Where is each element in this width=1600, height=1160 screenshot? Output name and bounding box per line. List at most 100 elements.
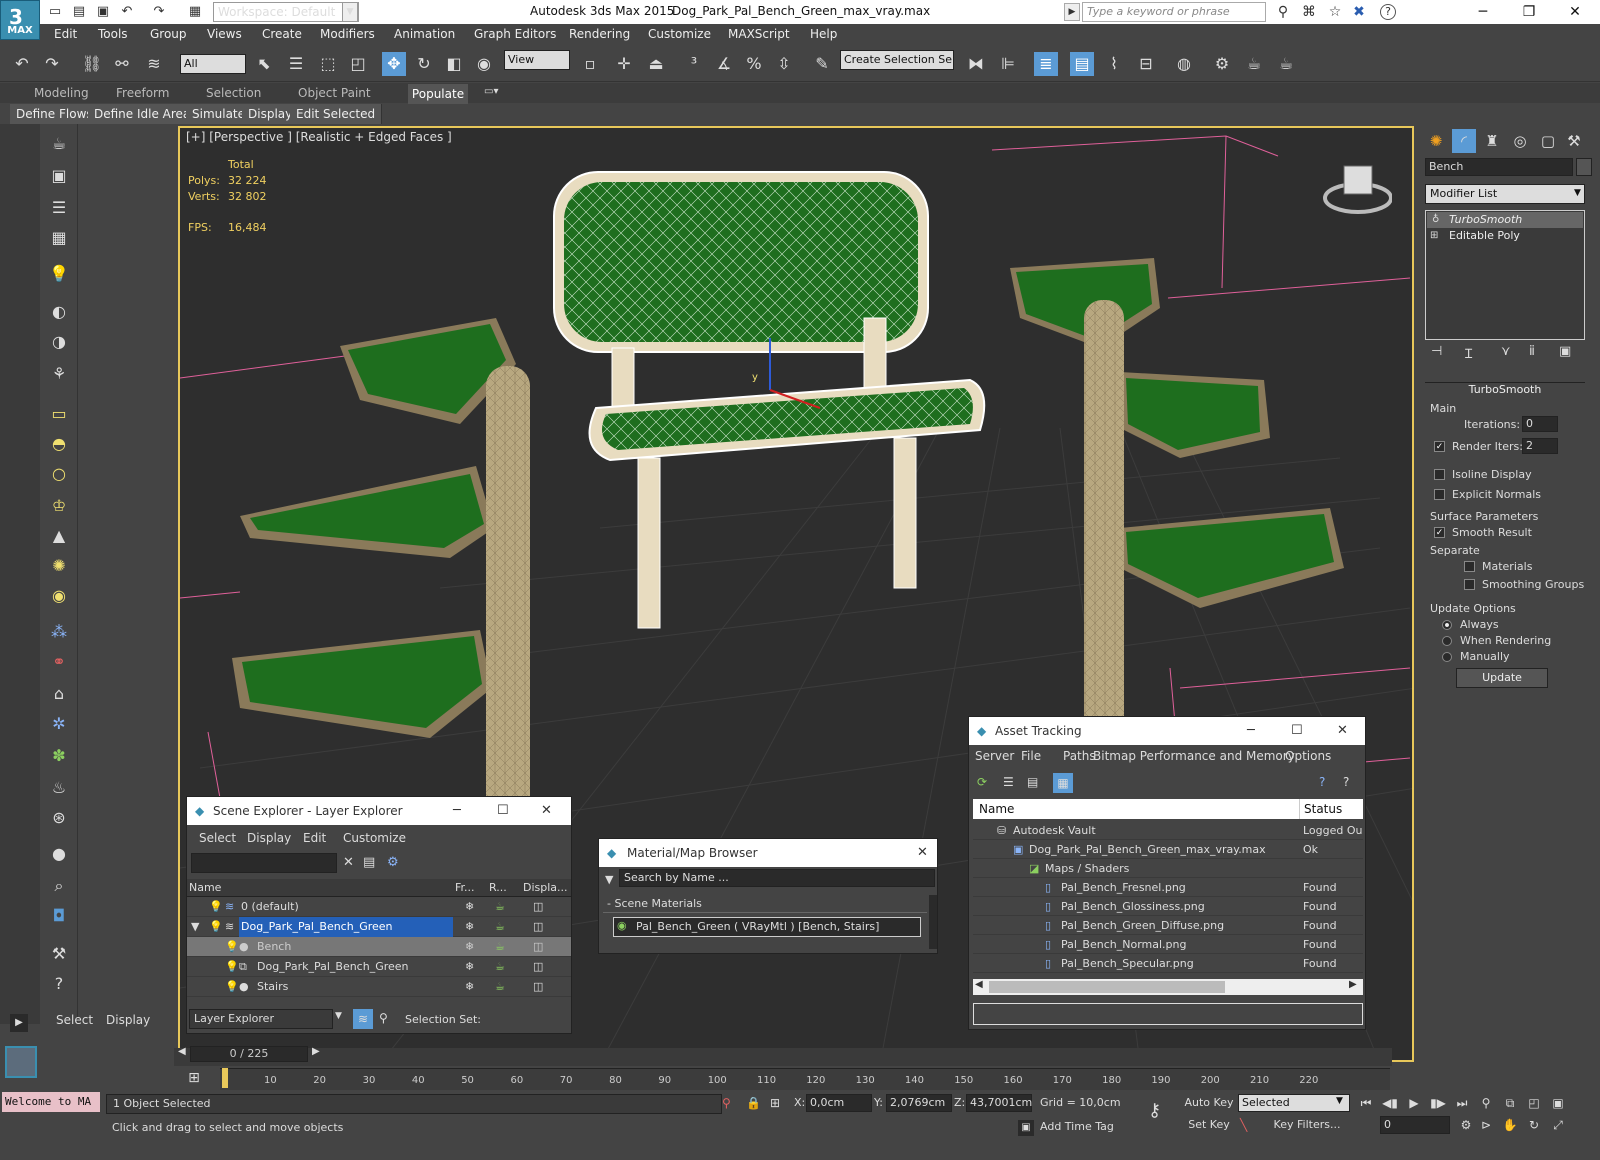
maximize-button[interactable]: ❐ (1506, 0, 1552, 24)
table-icon[interactable]: ▦ (47, 226, 71, 250)
layer-explorer-icon[interactable]: ≣ (1034, 52, 1058, 76)
schematic-view-icon[interactable]: ⊟ (1134, 52, 1158, 76)
asset-row[interactable]: ⛁ Autodesk Vault Logged Ou (973, 821, 1363, 840)
xref-icon[interactable]: ⌂ (47, 682, 71, 706)
menu-edit[interactable]: Edit (54, 27, 77, 41)
object-row[interactable]: 💡 ⧉ Dog_Park_Pal_Bench_Green ❄ ☕ ◫ (187, 957, 571, 977)
close-button[interactable]: ✕ (917, 839, 928, 867)
zoom-extents-icon[interactable]: ◰ (1524, 1094, 1544, 1112)
orbit-icon[interactable]: ↻ (1524, 1116, 1544, 1134)
maximize-viewport-icon[interactable]: ⤢ (1548, 1116, 1568, 1134)
hierarchy-icon[interactable]: ⚲ (379, 1011, 388, 1025)
menu-maxscript[interactable]: MAXScript (728, 27, 790, 41)
scene-search-input[interactable] (191, 853, 337, 873)
menu-paths[interactable]: Paths (1063, 749, 1096, 763)
lightbulb-icon[interactable]: ♁ (1432, 214, 1439, 225)
maximize-button[interactable]: ☐ (1291, 717, 1303, 745)
sort-by-layer-icon[interactable]: ≋ (353, 1009, 373, 1029)
tab-modeling[interactable]: Modeling (34, 86, 89, 100)
light-icon[interactable]: 💡 (47, 262, 71, 286)
freeze-icon[interactable]: ❄ (465, 957, 474, 977)
motion-tab-icon[interactable]: ◎ (1508, 129, 1532, 153)
expand-plus-icon[interactable]: ⊞ (1430, 230, 1438, 241)
play-icon[interactable]: ▶ (1404, 1094, 1424, 1112)
menu-tools[interactable]: Tools (98, 27, 128, 41)
snaps-toggle-icon[interactable]: ³ (682, 52, 706, 76)
stack-item-turbosmooth[interactable]: TurboSmooth (1427, 212, 1583, 228)
modifier-list-dropdown[interactable]: Modifier List (1425, 184, 1585, 204)
scrollbar[interactable] (929, 895, 937, 949)
viewport-layout-icon[interactable] (5, 1046, 37, 1078)
remove-modifier-icon[interactable]: ⅱ (1529, 344, 1535, 359)
display-icon[interactable]: ◫ (533, 977, 543, 997)
z-coordinate-field[interactable]: 43,7001cm (966, 1094, 1032, 1112)
key-selection-dropdown[interactable]: Selected (1238, 1094, 1350, 1112)
align-icon[interactable]: ⊫ (996, 52, 1020, 76)
help-icon[interactable]: ? (1380, 4, 1396, 20)
ox-icon[interactable]: ⊛ (47, 806, 71, 830)
minimize-button[interactable]: ─ (1460, 0, 1506, 24)
explorer-type-dropdown[interactable]: Layer Explorer (189, 1009, 333, 1029)
bind-space-warp-icon[interactable]: ≋ (142, 52, 166, 76)
spinner-snap-icon[interactable]: ⇳ (772, 52, 796, 76)
box-icon[interactable]: ▭ (47, 402, 71, 426)
smooth-result-checkbox[interactable]: ✓ (1434, 527, 1445, 538)
manually-radio[interactable] (1442, 652, 1452, 662)
auto-key-button[interactable]: Auto Key (1182, 1094, 1236, 1112)
menu-help[interactable]: Help (810, 27, 837, 41)
utilities-tab-icon[interactable]: ⚒ (1562, 129, 1586, 153)
project-folder-icon[interactable]: ▦ (186, 3, 204, 21)
collapse-icon[interactable]: ▼ (191, 917, 199, 937)
asset-path-field[interactable] (973, 1003, 1363, 1025)
menu-bitmap-performance[interactable]: Bitmap Performance and Memory (1093, 749, 1295, 763)
find-icon[interactable]: ⌕ (47, 874, 71, 898)
menu-options[interactable]: Options (1285, 749, 1331, 763)
lightbulb-icon[interactable]: 💡 (225, 957, 239, 977)
render-production-icon[interactable]: ☕ (1274, 52, 1298, 76)
hair-icon[interactable]: ✽ (47, 744, 71, 768)
mini-curve-editor-icon[interactable]: ⊞ (176, 1066, 212, 1090)
col-name[interactable]: Name (979, 799, 1014, 819)
time-tag-icon[interactable]: ▣ (1018, 1120, 1034, 1136)
chevron-down-icon[interactable]: ▼ (335, 1011, 342, 1021)
material-editor-icon[interactable]: ◍ (1172, 52, 1196, 76)
help-icon[interactable]: ? (1319, 775, 1325, 789)
help-icon[interactable]: ? (47, 972, 71, 996)
display-tab[interactable]: Display (106, 1013, 150, 1027)
save-icon[interactable]: ▣ (94, 3, 112, 21)
chevron-down-icon[interactable]: ▼ (1570, 184, 1585, 204)
menu-animation[interactable]: Animation (394, 27, 455, 41)
lightbulb-icon[interactable]: 💡 (209, 897, 223, 917)
asset-row[interactable]: ▯ Pal_Bench_Glossiness.png Found (973, 897, 1363, 916)
isoline-checkbox[interactable] (1434, 469, 1445, 480)
open-icon[interactable]: ▤ (70, 3, 88, 21)
helper-icon[interactable]: ◑ (47, 330, 71, 354)
particle-icon[interactable]: ⁂ (47, 620, 71, 644)
time-slider[interactable]: 0 / 225 (190, 1046, 308, 1062)
modify-tab-icon[interactable]: ◜ (1452, 129, 1476, 153)
always-radio[interactable] (1442, 620, 1452, 630)
render-teapot-icon[interactable]: ☕ (495, 917, 505, 937)
render-teapot-icon[interactable]: ☕ (495, 937, 505, 957)
create-tab-icon[interactable]: ✺ (1424, 129, 1448, 153)
menu-file[interactable]: File (1021, 749, 1041, 763)
binoculars-icon[interactable]: ⚲ (1274, 3, 1292, 21)
expand-icon[interactable]: ▶ (10, 1014, 28, 1032)
y-coordinate-field[interactable]: 2,0769cm (886, 1094, 952, 1112)
menu-graph-editors[interactable]: Graph Editors (474, 27, 556, 41)
materials-checkbox[interactable] (1464, 561, 1475, 572)
clear-search-icon[interactable]: ✕ (343, 855, 354, 870)
redo-icon[interactable]: ↷ (40, 52, 64, 76)
teapot-icon[interactable]: ☕ (47, 132, 71, 156)
render-iters-spinner[interactable]: 2 (1522, 438, 1558, 454)
horizontal-scrollbar[interactable]: ◀ ▶ (973, 979, 1363, 995)
scroll-thumb[interactable] (989, 981, 1225, 993)
menu-rendering[interactable]: Rendering (569, 27, 630, 41)
scroll-right-icon[interactable]: ▶ (1349, 979, 1357, 990)
col-render[interactable]: R... (489, 879, 507, 897)
absolute-mode-icon[interactable]: ⊞ (770, 1096, 780, 1110)
scene-materials-group[interactable]: - Scene Materials (603, 897, 927, 913)
asset-row[interactable]: ▣ Dog_Park_Pal_Bench_Green_max_vray.max Ok (973, 840, 1363, 859)
freeze-icon[interactable]: ❄ (465, 977, 474, 997)
object-name-field[interactable]: Bench (1425, 158, 1573, 176)
